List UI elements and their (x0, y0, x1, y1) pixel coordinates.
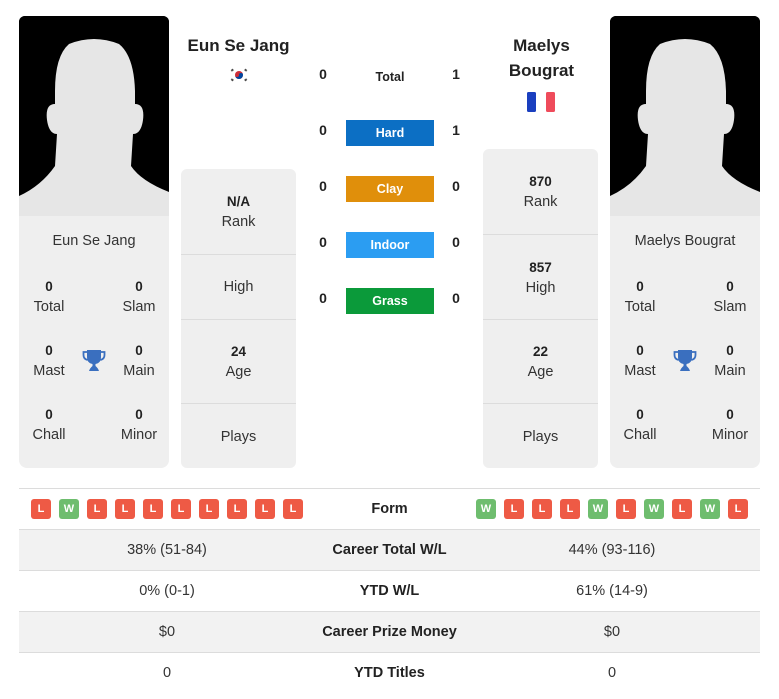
stat-rank: 870 Rank (523, 174, 558, 210)
player-right-stats-card: 870 Rank 857 High 22 Age Plays (483, 149, 598, 468)
trophy-icon (673, 350, 697, 371)
titles-total: 0 Total (624, 279, 656, 315)
player-right-titles-card: Maelys Bougrat 0 Total 0 Slam 0 Mast 0 M… (610, 216, 760, 468)
h2h-clay-right: 0 (452, 178, 460, 194)
h2h-indoor-right: 0 (452, 234, 460, 250)
form-loss-badge[interactable]: L (255, 499, 275, 519)
stat-age: 22 Age (483, 319, 598, 404)
stat-plays: Plays (181, 403, 296, 468)
form-loss-badge[interactable]: L (283, 499, 303, 519)
titles-minor: 0 Minor (711, 407, 749, 443)
player-left-stats-card: N/A Rank High 24 Age Plays (181, 169, 296, 468)
form-loss-badge[interactable]: L (616, 499, 636, 519)
row-left-value: 38% (51-84) (127, 542, 207, 558)
stat-high: High (181, 254, 296, 319)
france-flag-icon (527, 92, 555, 112)
h2h-hard-right: 1 (452, 122, 460, 138)
stat-high: 857 High (483, 234, 598, 319)
h2h-clay-left: 0 (319, 178, 327, 194)
player-right-photo (610, 16, 760, 216)
table-row: 0 YTD Titles 0 (19, 652, 760, 693)
form-win-badge[interactable]: W (700, 499, 720, 519)
h2h-total-left: 0 (319, 66, 327, 82)
player-right-card-name[interactable]: Maelys Bougrat (610, 233, 760, 249)
titles-minor: 0 Minor (120, 407, 158, 443)
form-win-badge[interactable]: W (644, 499, 664, 519)
h2h-total-label: Total (375, 70, 405, 84)
form-win-badge[interactable]: W (476, 499, 496, 519)
h2h-indoor-left: 0 (319, 234, 327, 250)
stat-plays: Plays (483, 403, 598, 468)
titles-main: 0 Main (123, 343, 155, 379)
form-loss-badge[interactable]: L (532, 499, 552, 519)
titles-mast: 0 Mast (33, 343, 65, 379)
h2h-total-right: 1 (452, 66, 460, 82)
form-loss-badge[interactable]: L (171, 499, 191, 519)
form-loss-badge[interactable]: L (560, 499, 580, 519)
h2h-grass-left: 0 (319, 290, 327, 306)
row-right-value: 44% (93-116) (568, 542, 656, 558)
row-label: Career Total W/L (332, 542, 447, 558)
row-left-value: 0 (162, 665, 172, 681)
row-left-value: $0 (158, 624, 176, 640)
form-win-badge[interactable]: W (59, 499, 79, 519)
form-loss-badge[interactable]: L (87, 499, 107, 519)
row-right-value: $0 (603, 624, 621, 640)
form-loss-badge[interactable]: L (115, 499, 135, 519)
table-row: 0% (0-1) YTD W/L 61% (14-9) (19, 570, 760, 611)
table-row: 38% (51-84) Career Total W/L 44% (93-116… (19, 529, 760, 570)
form-loss-badge[interactable]: L (143, 499, 163, 519)
titles-chall: 0 Chall (623, 407, 657, 443)
form-loss-badge[interactable]: L (504, 499, 524, 519)
form-label: Form (371, 501, 408, 517)
titles-mast: 0 Mast (624, 343, 656, 379)
row-right-value: 0 (607, 665, 617, 681)
player-right-name[interactable]: Maelys Bougrat (483, 33, 600, 83)
surface-grass-button[interactable]: Grass (346, 288, 434, 314)
form-row: LWLLLLLLLL Form WLLLWLWLWL (19, 488, 760, 529)
surface-clay-button[interactable]: Clay (346, 176, 434, 202)
trophy-icon (82, 350, 106, 371)
row-label: YTD W/L (359, 583, 420, 599)
avatar-silhouette-icon (19, 16, 169, 216)
form-loss-badge[interactable]: L (31, 499, 51, 519)
south-korea-flag-icon (228, 67, 250, 83)
row-right-value: 61% (14-9) (576, 583, 648, 599)
titles-slam: 0 Slam (713, 279, 747, 315)
h2h-hard-left: 0 (319, 122, 327, 138)
form-loss-badge[interactable]: L (227, 499, 247, 519)
titles-total: 0 Total (33, 279, 65, 315)
row-left-value: 0% (0-1) (139, 583, 195, 599)
form-loss-badge[interactable]: L (672, 499, 692, 519)
h2h-grass-right: 0 (452, 290, 460, 306)
titles-slam: 0 Slam (122, 279, 156, 315)
avatar-silhouette-icon (610, 16, 760, 216)
player-left-form: LWLLLLLLLL (31, 499, 303, 519)
stat-rank: N/A Rank (221, 194, 256, 230)
stat-age: 24 Age (181, 319, 296, 404)
player-left-titles-card: Eun Se Jang 0 Total 0 Slam 0 Mast 0 Main… (19, 216, 169, 468)
player-left-photo (19, 16, 169, 216)
player-left-card-name[interactable]: Eun Se Jang (19, 233, 169, 249)
form-loss-badge[interactable]: L (199, 499, 219, 519)
player-left-name[interactable]: Eun Se Jang (176, 33, 301, 58)
form-win-badge[interactable]: W (588, 499, 608, 519)
comparison-table: LWLLLLLLLL Form WLLLWLWLWL 38% (51-84) C… (19, 488, 760, 693)
table-row: $0 Career Prize Money $0 (19, 611, 760, 652)
surface-hard-button[interactable]: Hard (346, 120, 434, 146)
titles-main: 0 Main (714, 343, 746, 379)
titles-chall: 0 Chall (32, 407, 66, 443)
surface-indoor-button[interactable]: Indoor (346, 232, 434, 258)
row-label: YTD Titles (354, 665, 425, 681)
row-label: Career Prize Money (322, 624, 457, 640)
form-loss-badge[interactable]: L (728, 499, 748, 519)
player-right-form: WLLLWLWLWL (476, 499, 748, 519)
